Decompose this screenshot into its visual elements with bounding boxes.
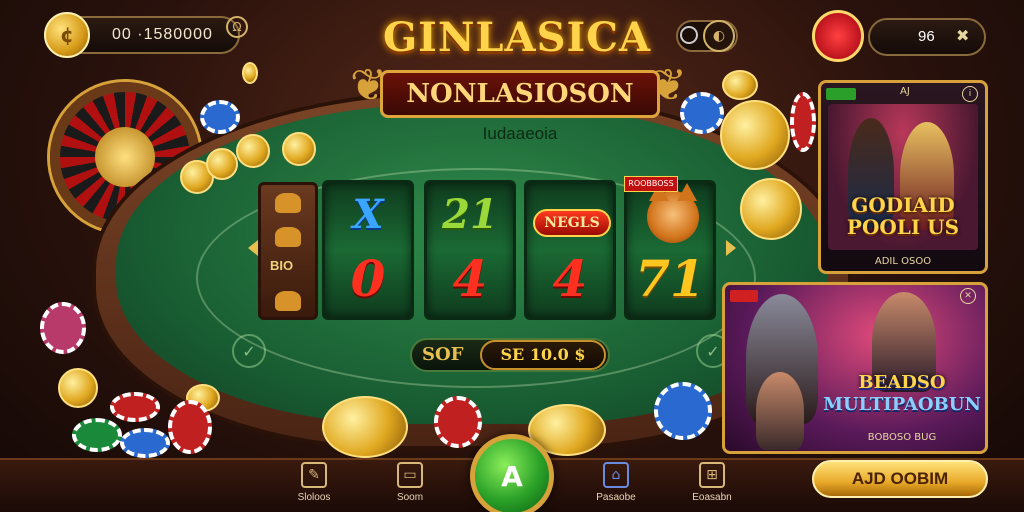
reel-1-top-symbol: X (352, 191, 384, 238)
play-button[interactable]: A (470, 434, 554, 512)
reel-side-panel (258, 182, 318, 320)
balance-value: 00 ·1580000 (112, 26, 213, 43)
gold-coin-icon (206, 148, 238, 180)
nav-item-2-label: Soom (396, 492, 424, 503)
reel-4-bottom-symbol: 71 (635, 249, 705, 308)
side-panel-label: BIO (270, 258, 294, 273)
poker-chip-icon (434, 396, 482, 448)
nav-item-3-label: Pasaobe (596, 492, 636, 503)
level-value: 96 (918, 28, 935, 45)
nav-item-4[interactable]: ⊞ Eoasabn (682, 462, 742, 503)
bag-icon: ⌂ (603, 462, 629, 488)
poker-chip-icon (40, 302, 86, 354)
nav-item-4-label: Eoasabn (692, 492, 732, 503)
poker-chip-icon (72, 418, 122, 452)
reel-2-top-symbol: 21 (442, 191, 498, 238)
bird-icon (275, 227, 301, 247)
level-badge-icon[interactable] (812, 10, 864, 62)
table-subtitle: Iudaaeoia (482, 124, 558, 143)
nav-item-1-label: Sloloos (297, 492, 331, 503)
reel-4-tag: ROOBBOSS (624, 176, 678, 192)
bird-icon (275, 291, 301, 311)
bird-icon (275, 193, 301, 213)
reel-1: X 0 (322, 180, 414, 320)
pencil-icon: ✎ (301, 462, 327, 488)
nav-item-2[interactable]: ▭ Soom (380, 462, 440, 503)
poker-chip-icon (790, 92, 816, 152)
poker-chip-icon (654, 382, 712, 440)
promo-card-1-footer: ADIL OSOO (874, 256, 932, 267)
promo-card-1-title: GODIAID POOLI US (828, 194, 978, 238)
felt-left-icon[interactable]: ✓ (232, 334, 266, 368)
reel-3-top-symbol: NEGLS (533, 209, 611, 237)
poker-chip-icon (120, 428, 170, 458)
reel-2-bottom-symbol: 4 (452, 249, 488, 308)
gold-coin-icon (236, 134, 270, 168)
bet-amount[interactable]: SE 10.0 $ (480, 340, 606, 370)
game-subtitle-banner: NONLASIOSON (380, 70, 660, 118)
promo-card-2-title-line1: BEADSO (858, 372, 946, 393)
coin-icon: ¢ (44, 12, 90, 58)
nav-item-3[interactable]: ⌂ Pasaobe (586, 462, 646, 503)
poker-chip-icon (168, 400, 212, 454)
info-icon[interactable]: Ω (226, 16, 248, 38)
fox-icon (647, 183, 699, 243)
close-icon[interactable]: ✖ (956, 26, 969, 45)
sound-icon[interactable] (680, 26, 698, 44)
promo-card-1-title-line1: GODIAID (851, 193, 955, 217)
gold-coin-stack-icon (322, 396, 408, 458)
reel-left-arrow-icon[interactable] (248, 240, 258, 256)
settings-icon[interactable]: ◐ (703, 20, 735, 52)
gold-coin-icon (740, 178, 802, 240)
promo-card-2-footer: BOBOSO BUG (867, 432, 937, 443)
promo-card-1-top-label: AJ (900, 86, 910, 97)
gold-coin-icon (282, 132, 316, 166)
bet-label: SOF (422, 344, 464, 365)
gold-coin-icon (722, 70, 758, 100)
reel-2: 21 4 (424, 180, 516, 320)
promo-card-1-title-line2: POOLI US (846, 215, 960, 239)
poker-chip-icon (200, 100, 240, 134)
promo-card-1-info-icon[interactable]: i (962, 86, 978, 102)
reel-4: 71 (624, 180, 716, 320)
poker-chip-icon (110, 392, 160, 422)
monitor-icon: ▭ (397, 462, 423, 488)
gift-icon: ⊞ (699, 462, 725, 488)
reel-3: NEGLS 4 (524, 180, 616, 320)
gold-coin-stack-icon (720, 100, 790, 170)
promo-card-2-close-icon[interactable]: ✕ (960, 288, 976, 304)
gold-coin-icon (242, 62, 258, 84)
nav-item-1[interactable]: ✎ Sloloos (284, 462, 344, 503)
reel-3-bottom-symbol: 4 (552, 249, 588, 308)
person-image (756, 372, 804, 450)
poker-chip-icon (680, 92, 724, 134)
promo-card-2-title: BEADSO MULTIPAOBUN (822, 372, 982, 416)
gold-coin-icon (58, 368, 98, 408)
reel-right-arrow-icon[interactable] (726, 240, 736, 256)
promo-card-2-title-line2: MULTIPAOBUN (823, 394, 981, 415)
cta-button[interactable]: AJD OOBIM (812, 460, 988, 498)
game-title: GINLASICA (382, 14, 652, 61)
promo-card-1-tag (826, 88, 856, 100)
reel-1-bottom-symbol: 0 (350, 249, 386, 308)
promo-card-2-tag (730, 290, 758, 302)
